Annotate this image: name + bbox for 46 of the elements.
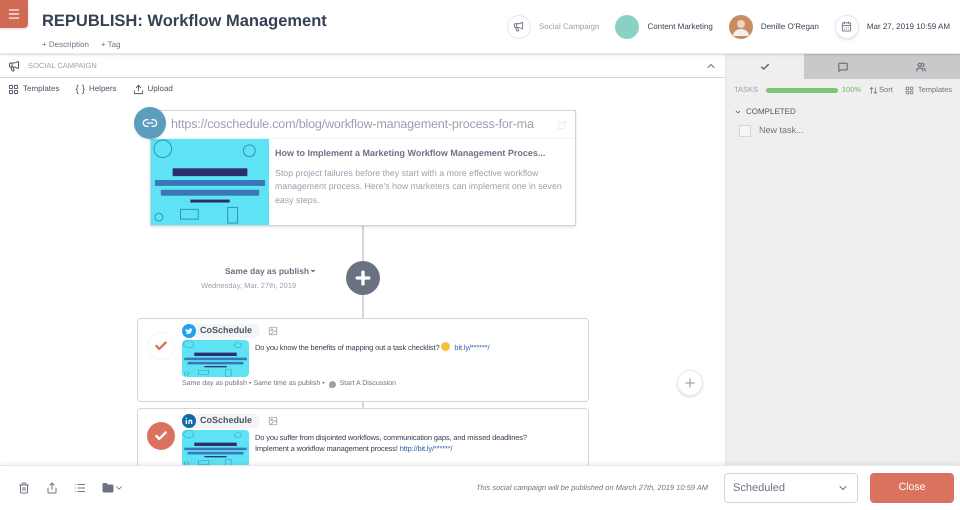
check-icon — [760, 62, 770, 72]
add-button[interactable] — [677, 370, 703, 396]
upload-icon — [132, 84, 144, 94]
toolbar-button[interactable]: Upload — [132, 83, 173, 95]
meta-label[interactable]: Denille O'Regan — [760, 20, 819, 32]
braces-icon: { } — [75, 82, 85, 96]
link-description: Stop project failures before they start with a more effective workflow management process. Here's how marketers can implement one in seven easy steps. — [275, 166, 563, 207]
megaphone-icon — [8, 60, 20, 72]
calendar-icon[interactable] — [834, 14, 859, 38]
link-icon — [134, 107, 166, 139]
image-icon[interactable] — [268, 326, 278, 336]
bird-icon — [182, 324, 196, 338]
link-title: How to Implement a Marketing Workflow Management Proces... — [275, 147, 546, 160]
linkedin-icon — [182, 414, 196, 428]
share-icon[interactable] — [46, 482, 58, 494]
sort-icon — [869, 86, 878, 94]
add-action-link[interactable]: + Tag — [100, 38, 121, 51]
menu-button[interactable] — [0, 0, 28, 28]
schedule-dropdown[interactable]: Same day as publish — [225, 264, 318, 278]
megaphone-icon[interactable] — [506, 14, 531, 38]
plus-icon — [683, 376, 697, 390]
new-task-field[interactable]: New task... — [759, 124, 909, 138]
avatar[interactable] — [728, 14, 753, 38]
comment-icon — [838, 62, 848, 72]
plus-icon — [353, 268, 373, 288]
image-icon[interactable] — [268, 416, 278, 426]
grid-icon — [904, 86, 914, 94]
comment-icon — [328, 380, 336, 388]
grid-icon — [8, 84, 19, 94]
toolbar-button[interactable]: { } Helpers — [75, 82, 117, 96]
page-title: REPUBLISH: Workflow Management — [42, 11, 327, 32]
meta-label[interactable]: Mar 27, 2019 10:59 AM — [866, 20, 950, 32]
add-button[interactable] — [346, 261, 380, 295]
meta-label[interactable]: Content Marketing — [647, 20, 713, 32]
group-toggle[interactable]: COMPLETED — [726, 106, 960, 118]
menu-icon — [7, 7, 21, 21]
people-icon — [916, 62, 926, 72]
panel-tab[interactable] — [804, 54, 882, 79]
account-chip[interactable]: CoSchedule — [182, 324, 260, 338]
account-chip[interactable]: CoSchedule — [182, 414, 260, 428]
task-checkbox[interactable] — [739, 124, 751, 137]
trash-icon[interactable] — [18, 482, 30, 494]
status-select[interactable]: Scheduled — [724, 473, 858, 503]
toolbar-button[interactable]: Templates — [8, 83, 60, 95]
add-action-link[interactable]: + Description — [42, 38, 89, 51]
folder-icon[interactable] — [102, 482, 124, 494]
